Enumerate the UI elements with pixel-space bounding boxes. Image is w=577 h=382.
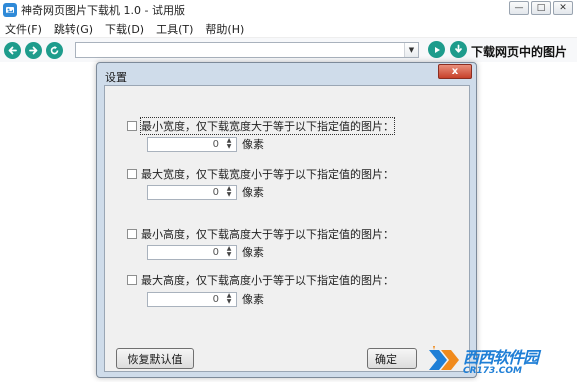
min-height-label: 最小高度，仅下载高度大于等于以下指定值的图片： (141, 228, 394, 241)
min-height-spinbox[interactable]: 0 ▲ ▼ (147, 244, 237, 260)
ok-button[interactable]: 确定 (367, 348, 417, 369)
max-height-label: 最大高度，仅下载高度小于等于以下指定值的图片： (141, 274, 394, 287)
minimize-button[interactable]: — (509, 1, 529, 15)
menu-bar: 文件(F) 跳转(G) 下载(D) 工具(T) 帮助(H) (0, 20, 577, 38)
close-icon: x (451, 66, 459, 77)
max-width-value: 0 (212, 186, 219, 198)
max-width-option[interactable]: 最大宽度，仅下载宽度小于等于以下指定值的图片： (127, 166, 394, 182)
max-height-checkbox[interactable] (127, 275, 137, 285)
reset-defaults-button[interactable]: 恢复默认值 (116, 348, 194, 369)
spin-arrows-icon[interactable]: ▲ ▼ (223, 138, 235, 151)
dialog-close-button[interactable]: x (438, 64, 472, 79)
spin-arrows-icon[interactable]: ▲ ▼ (223, 293, 235, 306)
min-height-value: 0 (212, 246, 219, 258)
site-watermark: 西西软件园 CR173.COM (425, 342, 539, 378)
url-input[interactable]: ▼ (75, 42, 419, 58)
min-height-unit: 像素 (242, 246, 264, 259)
max-width-spinbox[interactable]: 0 ▲ ▼ (147, 184, 237, 200)
min-width-option[interactable]: 最小宽度，仅下载宽度大于等于以下指定值的图片： (127, 117, 395, 135)
download-images-label[interactable]: 下载网页中的图片 (471, 43, 567, 60)
max-height-option[interactable]: 最大高度，仅下载高度小于等于以下指定值的图片： (127, 272, 394, 288)
max-width-row: 0 ▲ ▼ 像素 (147, 184, 264, 200)
min-width-label: 最小宽度，仅下载宽度大于等于以下指定值的图片： (140, 117, 395, 135)
dropdown-arrow-icon: ▼ (408, 46, 415, 54)
spin-arrows-icon[interactable]: ▲ ▼ (223, 246, 235, 259)
forward-icon (29, 46, 38, 54)
back-button[interactable] (4, 41, 21, 59)
download-button[interactable] (450, 41, 467, 58)
window-title: 神奇网页图片下载机 1.0 - 试用版 (21, 4, 185, 17)
min-height-row: 0 ▲ ▼ 像素 (147, 244, 264, 260)
watermark-logo-icon (429, 346, 459, 370)
max-height-spinbox[interactable]: 0 ▲ ▼ (147, 291, 237, 307)
play-icon (434, 46, 440, 53)
min-width-unit: 像素 (242, 138, 264, 151)
menu-download[interactable]: 下载(D) (99, 21, 150, 37)
settings-dialog: 设置 x 最小宽度，仅下载宽度大于等于以下指定值的图片： 0 ▲ ▼ 像素 最大宽… (96, 62, 477, 378)
app-logo-icon (3, 3, 17, 17)
max-height-unit: 像素 (242, 293, 264, 306)
back-icon (8, 46, 17, 54)
menu-file[interactable]: 文件(F) (0, 21, 48, 37)
close-button[interactable]: ✕ (553, 1, 573, 15)
spin-arrows-icon[interactable]: ▲ ▼ (223, 186, 235, 199)
toolbar: ▼ 下载网页中的图片 (0, 38, 577, 62)
go-button[interactable] (428, 41, 445, 58)
refresh-icon (50, 45, 59, 54)
min-height-option[interactable]: 最小高度，仅下载高度大于等于以下指定值的图片： (127, 226, 394, 242)
url-dropdown-button[interactable]: ▼ (404, 43, 418, 57)
menu-tools[interactable]: 工具(T) (150, 21, 199, 37)
max-width-unit: 像素 (242, 186, 264, 199)
max-width-label: 最大宽度，仅下载宽度小于等于以下指定值的图片： (141, 168, 394, 181)
menu-goto[interactable]: 跳转(G) (48, 21, 99, 37)
watermark-cn: 西西软件园 (463, 348, 539, 367)
menu-help[interactable]: 帮助(H) (199, 21, 250, 37)
min-height-checkbox[interactable] (127, 229, 137, 239)
forward-button[interactable] (25, 41, 42, 59)
min-width-value: 0 (212, 138, 219, 150)
min-width-spinbox[interactable]: 0 ▲ ▼ (147, 136, 237, 152)
refresh-button[interactable] (46, 41, 63, 59)
title-bar: 神奇网页图片下载机 1.0 - 试用版 — □ ✕ (0, 0, 577, 20)
dialog-body: 最小宽度，仅下载宽度大于等于以下指定值的图片： 0 ▲ ▼ 像素 最大宽度，仅下载… (104, 85, 470, 372)
max-height-row: 0 ▲ ▼ 像素 (147, 291, 264, 307)
min-width-checkbox[interactable] (127, 121, 137, 131)
maximize-button[interactable]: □ (531, 1, 551, 15)
max-height-value: 0 (212, 293, 219, 305)
max-width-checkbox[interactable] (127, 169, 137, 179)
watermark-en: CR173.COM (463, 366, 522, 376)
download-icon (455, 44, 462, 53)
dialog-title: 设置 (105, 71, 127, 84)
min-width-row: 0 ▲ ▼ 像素 (147, 136, 264, 152)
